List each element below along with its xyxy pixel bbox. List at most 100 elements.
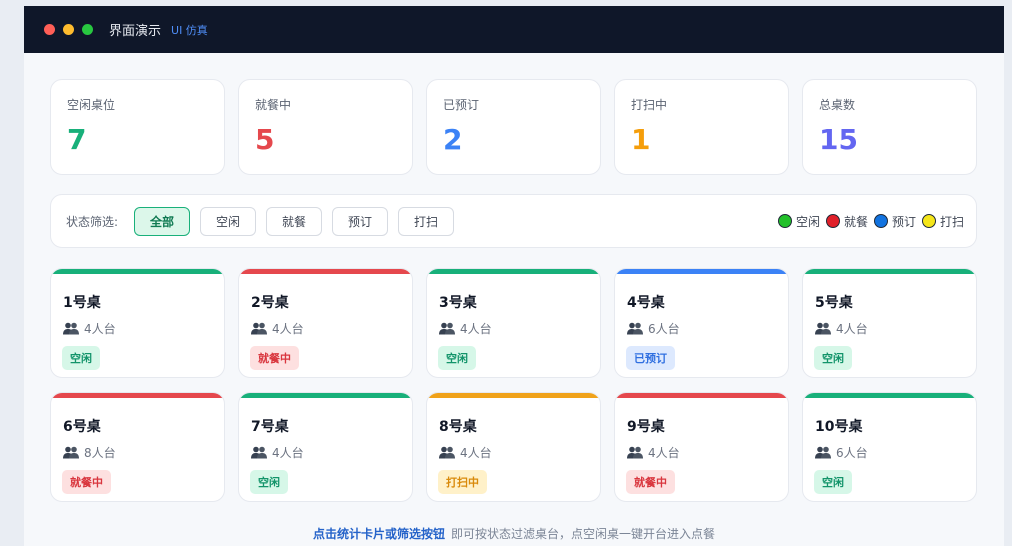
legend-dot-icon [873,214,888,228]
stats-row: 空闲桌位 7 就餐中 5 已预订 2 打扫中 1 总桌数 15 [50,79,977,175]
status-badge: 就餐中 [250,346,299,370]
filter-bar: 状态筛选: 全部 空闲 就餐 预订 打扫 空闲 就餐 预订 打扫 [50,194,977,248]
table-seats: 8人台 [63,444,224,461]
stat-value: 7 [67,123,87,156]
people-icon [63,322,79,335]
status-badge: 打扫中 [438,470,487,494]
people-icon [627,446,643,459]
seats-label: 4人台 [836,322,868,336]
hint-text: 即可按状态过滤桌台，点空闲桌一键开台进入点餐 [451,527,716,541]
table-card[interactable]: 4号桌 6人台已预订 [614,268,789,378]
status-badge: 空闲 [250,470,288,494]
maximize-window-button[interactable] [82,24,93,35]
table-grid: 1号桌 4人台 空闲 2号桌 4人台 就餐中 3号桌 4人台 空闲 4号桌 6人台 已预订 5号桌 4人台… [50,268,977,502]
status-badge: 空闲 [814,470,852,494]
status-bar [51,393,224,398]
filter-label: 状态筛选: [66,214,119,229]
table-seats: 6人台 [627,320,788,337]
people-icon [251,446,267,459]
table-seats: 4人台 [439,320,600,337]
table-name: 2号桌 [251,295,289,311]
table-name: 8号桌 [439,419,477,435]
table-seats: 4人台 [251,444,412,461]
seats-label: 4人台 [84,322,116,336]
stat-value: 1 [631,123,651,156]
table-name: 4号桌 [627,295,665,311]
table-card[interactable]: 8号桌 4人台打扫中 [426,392,601,502]
stat-card[interactable]: 就餐中 5 [238,79,413,175]
legend-label: 就餐 [843,214,868,229]
app-window: 界面演示 UI 仿真 空闲桌位 7 就餐中 5 已预订 2 打扫中 1 总桌数 15 状态筛选: … [24,6,1004,546]
status-badge: 空闲 [438,346,476,370]
table-seats: 4人台 [63,320,224,337]
legend-label: 空闲 [795,214,820,229]
stat-label: 打扫中 [631,98,668,112]
filter-button[interactable]: 就餐 [266,206,323,236]
table-seats: 4人台 [251,320,412,337]
status-legend: 空闲 就餐 预订 打扫 [772,195,964,247]
table-card[interactable]: 7号桌 4人台空闲 [238,392,413,502]
status-bar [239,393,412,398]
legend-label: 预订 [891,214,916,229]
people-icon [815,322,831,335]
status-bar [51,269,224,274]
table-name: 9号桌 [627,419,665,435]
legend-dot-icon [921,214,936,228]
table-card[interactable]: 6号桌 8人台就餐中 [50,392,225,502]
filter-buttons: 全部 空闲 就餐 预订 打扫 [134,206,464,236]
table-card[interactable]: 3号桌 4人台 空闲 [426,268,601,378]
filter-button[interactable]: 全部 [134,206,191,236]
legend-label: 打扫 [939,214,964,229]
table-card[interactable]: 5号桌 4人台空闲 [802,268,977,378]
status-badge: 就餐中 [626,470,675,494]
stat-label: 就餐中 [255,98,292,112]
seats-label: 4人台 [460,446,492,460]
seats-label: 8人台 [84,446,116,460]
table-seats: 4人台 [815,320,976,337]
table-name: 6号桌 [63,419,101,435]
filter-button[interactable]: 打扫 [398,206,455,236]
table-seats: 6人台 [815,444,976,461]
status-badge: 空闲 [62,346,100,370]
status-bar [427,269,600,274]
people-icon [439,322,455,335]
status-badge: 空闲 [814,346,852,370]
filter-button[interactable]: 空闲 [200,206,257,236]
seats-label: 4人台 [460,322,492,336]
table-name: 5号桌 [815,295,853,311]
table-card[interactable]: 9号桌 4人台就餐中 [614,392,789,502]
seats-label: 4人台 [272,322,304,336]
stat-value: 15 [819,123,858,156]
status-badge: 就餐中 [62,470,111,494]
table-name: 7号桌 [251,419,289,435]
minimize-window-button[interactable] [63,24,74,35]
filter-button[interactable]: 预订 [332,206,389,236]
people-icon [815,446,831,459]
stat-label: 空闲桌位 [67,98,116,112]
table-card[interactable]: 10号桌 6人台空闲 [802,392,977,502]
seats-label: 6人台 [648,322,680,336]
status-badge: 已预订 [626,346,675,370]
stat-card[interactable]: 已预订 2 [426,79,601,175]
table-name: 1号桌 [63,295,101,311]
status-bar [239,269,412,274]
hint-strong: 点击统计卡片或筛选按钮 [312,527,445,541]
stat-card[interactable]: 总桌数 15 [802,79,977,175]
table-name: 10号桌 [815,419,863,435]
stat-value: 5 [255,123,275,156]
usage-hint: 点击统计卡片或筛选按钮 即可按状态过滤桌台，点空闲桌一键开台进入点餐 [24,525,1004,542]
stat-label: 总桌数 [819,98,856,112]
table-card[interactable]: 1号桌 4人台空闲 [50,268,225,378]
stat-label: 已预订 [443,98,480,112]
stat-card[interactable]: 空闲桌位 7 [50,79,225,175]
table-card[interactable]: 2号桌 4人台就餐中 [238,268,413,378]
close-window-button[interactable] [44,24,55,35]
stat-card[interactable]: 打扫中 1 [614,79,789,175]
status-bar [427,393,600,398]
people-icon [627,322,643,335]
status-bar [803,269,976,274]
status-bar [803,393,976,398]
people-icon [251,322,267,335]
people-icon [63,446,79,459]
table-seats: 4人台 [627,444,788,461]
